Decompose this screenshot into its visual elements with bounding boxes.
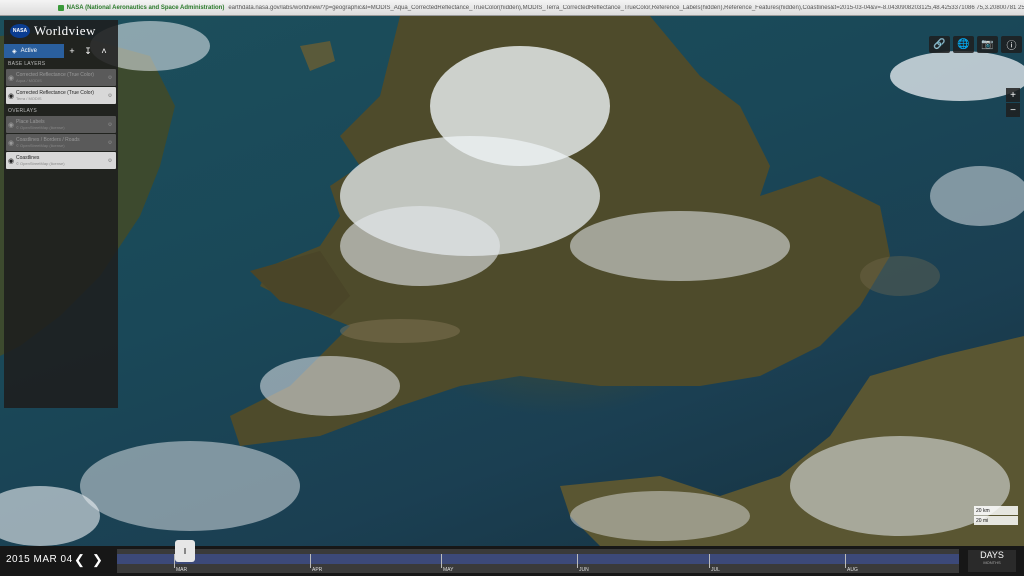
base-layers-heading: BASE LAYERS (8, 61, 46, 67)
layer-options-icon[interactable]: ⚙ (104, 158, 116, 164)
current-date[interactable]: 2015 MAR 04 (6, 554, 73, 565)
zoom-level-label: DAYS (980, 550, 1004, 560)
layer-title: Corrected Reflectance (True Color) (16, 71, 94, 78)
nasa-logo: NASA (10, 24, 30, 38)
timeline-month-label: MAR (176, 567, 188, 573)
layer-item[interactable]: ◉ Coastlines © OpenStreetMap (license) ⚙ (6, 152, 116, 169)
timeline-month-label: APR (312, 567, 323, 573)
timeline-month-label: MAY (443, 567, 454, 573)
layer-item[interactable]: ◉ Coastlines / Borders / Roads © OpenStr… (6, 134, 116, 151)
layer-subtitle: Terra / MODIS (16, 95, 42, 101)
visibility-toggle-icon[interactable]: ◉ (6, 157, 16, 165)
app-title: Worldview (34, 23, 96, 38)
lock-icon (58, 4, 64, 11)
layer-options-icon[interactable]: ⚙ (104, 93, 116, 99)
layer-subtitle: © OpenStreetMap (license) (16, 142, 65, 148)
overlays-heading: OVERLAYS (8, 108, 37, 114)
timeline: 2015 MAR 04 ❮ ❯ MAR APR MAY JUN JUL AUG … (0, 540, 1024, 576)
site-owner: NASA (National Aeronautics and Space Adm… (66, 4, 225, 11)
zoom-controls: + − (1006, 88, 1020, 118)
timeline-tick (845, 554, 846, 568)
browser-address-bar[interactable]: NASA (National Aeronautics and Space Adm… (0, 0, 1024, 16)
visibility-toggle-icon[interactable]: ◉ (6, 121, 16, 129)
zoom-in-button[interactable]: + (1006, 88, 1020, 102)
timeline-tick (441, 554, 442, 568)
satellite-map[interactable]: 🔗 🌐 📷 ⓘ + − 20 km 20 mi (0, 16, 1024, 546)
map-toolbar: 🔗 🌐 📷 ⓘ (929, 36, 1022, 53)
zoom-level-selector[interactable]: DAYS MONTHS (968, 550, 1016, 572)
collapse-panel-icon[interactable]: ˄ (96, 46, 112, 56)
layer-options-icon[interactable]: ⚙ (104, 75, 116, 81)
timeline-tick (310, 554, 311, 568)
timeline-track[interactable]: MAR APR MAY JUN JUL AUG (117, 549, 959, 573)
camera-icon[interactable]: 📷 (977, 36, 998, 53)
download-icon[interactable]: ↧ (80, 46, 96, 57)
tab-active-label: Active (20, 48, 37, 54)
visibility-toggle-icon[interactable]: ◉ (6, 139, 16, 147)
next-day-icon[interactable]: ❯ (92, 552, 103, 568)
layers-icon: ◈ (12, 48, 17, 55)
scale-bar-mi: 20 mi (974, 516, 1018, 525)
visibility-toggle-icon[interactable]: ◉ (6, 92, 16, 100)
layer-item[interactable]: ◉ Corrected Reflectance (True Color) Aqu… (6, 69, 116, 86)
visibility-toggle-icon[interactable]: ◉ (6, 74, 16, 82)
layer-item[interactable]: ◉ Place Labels © OpenStreetMap (license)… (6, 116, 116, 133)
data-availability-band (117, 554, 959, 564)
layers-panel: NASA Worldview ◈ Active + ↧ ˄ BASE LAYER… (4, 20, 118, 408)
layer-subtitle: © OpenStreetMap (license) (16, 124, 65, 130)
previous-day-icon[interactable]: ❮ (74, 552, 85, 568)
timeline-month-label: JUN (579, 567, 589, 573)
timeline-month-label: AUG (847, 567, 858, 573)
timeline-slider-handle[interactable]: ‖ (175, 540, 195, 562)
info-icon[interactable]: ⓘ (1001, 36, 1022, 53)
link-icon[interactable]: 🔗 (929, 36, 950, 53)
scale-bar-km: 20 km (974, 506, 1018, 515)
timeline-tick (709, 554, 710, 568)
zoom-level-sub: MONTHS (983, 560, 1001, 565)
panel-tabs: ◈ Active + ↧ ˄ (4, 44, 118, 58)
url-field[interactable]: earthdata.nasa.gov/labs/worldview/?p=geo… (228, 5, 1024, 11)
add-layers-icon[interactable]: + (64, 46, 80, 56)
map-imagery (0, 16, 1024, 546)
zoom-out-button[interactable]: − (1006, 103, 1020, 117)
layer-title: Corrected Reflectance (True Color) (16, 89, 94, 96)
tab-active-layers[interactable]: ◈ Active (4, 44, 64, 58)
app-header: NASA Worldview (4, 20, 118, 42)
timeline-month-label: JUL (711, 567, 720, 573)
layer-subtitle: Aqua / MODIS (16, 77, 42, 83)
layer-options-icon[interactable]: ⚙ (104, 140, 116, 146)
layer-subtitle: © OpenStreetMap (license) (16, 160, 65, 166)
layer-item[interactable]: ◉ Corrected Reflectance (True Color) Ter… (6, 87, 116, 104)
timeline-tick (577, 554, 578, 568)
layer-options-icon[interactable]: ⚙ (104, 122, 116, 128)
projection-globe-icon[interactable]: 🌐 (953, 36, 974, 53)
